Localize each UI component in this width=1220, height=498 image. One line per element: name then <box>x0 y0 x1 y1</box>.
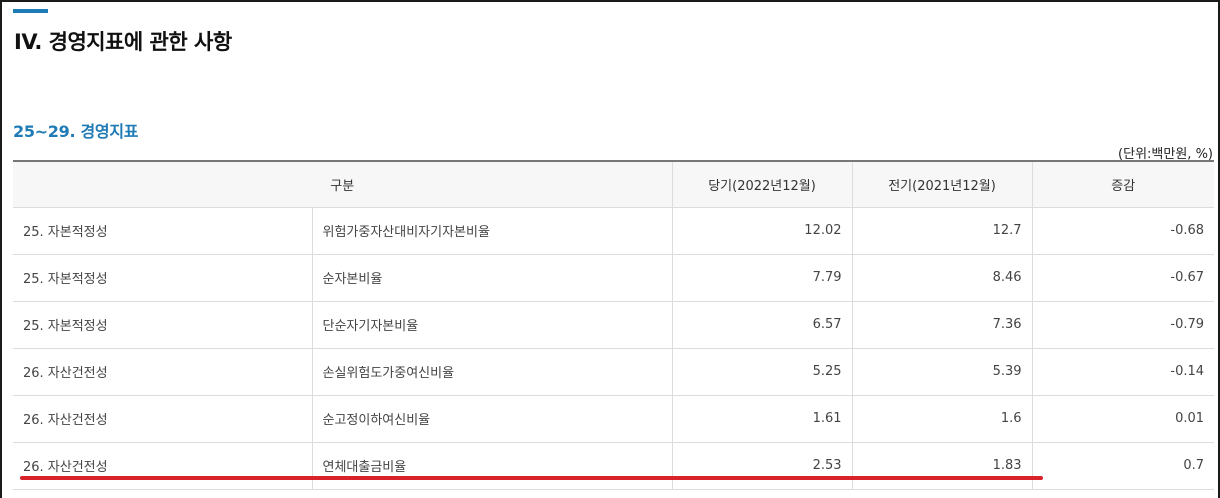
row-category: 25. 자본적정성 <box>13 206 313 255</box>
row-category: 26. 자산건전성 <box>13 394 313 443</box>
header-change: 증감 <box>1031 160 1215 208</box>
row-category: 26. 자산건전성 <box>13 441 313 490</box>
row-category: 26. 자산건전성 <box>13 347 313 396</box>
row-previous: 8.46 <box>851 253 1033 302</box>
row-category: 25. 자본적정성 <box>13 300 313 349</box>
table-header-row: 구분 당기(2022년12월) 전기(2021년12월) 증감 <box>13 160 1215 208</box>
table-row: 25. 자본적정성 단순자기자본비율 6.57 7.36 -0.79 <box>13 300 1215 349</box>
section-subtitle: 25~29. 경영지표 <box>13 122 139 141</box>
row-current: 2.53 <box>671 441 853 490</box>
row-previous: 1.83 <box>851 441 1033 490</box>
row-change: -0.67 <box>1031 253 1215 302</box>
row-item: 위험가중자산대비자기자본비율 <box>311 206 673 255</box>
red-highlight-underline <box>20 476 1043 480</box>
row-item: 순고정이하여신비율 <box>311 394 673 443</box>
page-title: IV. 경영지표에 관한 사항 <box>14 30 232 54</box>
row-previous: 5.39 <box>851 347 1033 396</box>
row-current: 6.57 <box>671 300 853 349</box>
row-change: -0.68 <box>1031 206 1215 255</box>
row-previous: 1.6 <box>851 394 1033 443</box>
row-change: 0.7 <box>1031 441 1215 490</box>
header-category: 구분 <box>13 160 673 208</box>
row-category: 25. 자본적정성 <box>13 253 313 302</box>
indicators-table: 구분 당기(2022년12월) 전기(2021년12월) 증감 25. 자본적정… <box>13 160 1215 490</box>
heading-accent-bar <box>13 9 48 13</box>
row-current: 7.79 <box>671 253 853 302</box>
table-row: 25. 자본적정성 위험가중자산대비자기자본비율 12.02 12.7 -0.6… <box>13 206 1215 255</box>
row-change: 0.01 <box>1031 394 1215 443</box>
row-previous: 7.36 <box>851 300 1033 349</box>
row-item: 연체대출금비율 <box>311 441 673 490</box>
row-change: -0.14 <box>1031 347 1215 396</box>
row-change: -0.79 <box>1031 300 1215 349</box>
row-previous: 12.7 <box>851 206 1033 255</box>
table-row: 26. 자산건전성 연체대출금비율 2.53 1.83 0.7 <box>13 441 1215 490</box>
table-row: 26. 자산건전성 손실위험도가중여신비율 5.25 5.39 -0.14 <box>13 347 1215 396</box>
table-row: 26. 자산건전성 순고정이하여신비율 1.61 1.6 0.01 <box>13 394 1215 443</box>
row-item: 순자본비율 <box>311 253 673 302</box>
header-current: 당기(2022년12월) <box>671 160 853 208</box>
row-item: 단순자기자본비율 <box>311 300 673 349</box>
row-current: 5.25 <box>671 347 853 396</box>
row-current: 12.02 <box>671 206 853 255</box>
row-item: 손실위험도가중여신비율 <box>311 347 673 396</box>
row-current: 1.61 <box>671 394 853 443</box>
table-row: 25. 자본적정성 순자본비율 7.79 8.46 -0.67 <box>13 253 1215 302</box>
header-previous: 전기(2021년12월) <box>851 160 1033 208</box>
